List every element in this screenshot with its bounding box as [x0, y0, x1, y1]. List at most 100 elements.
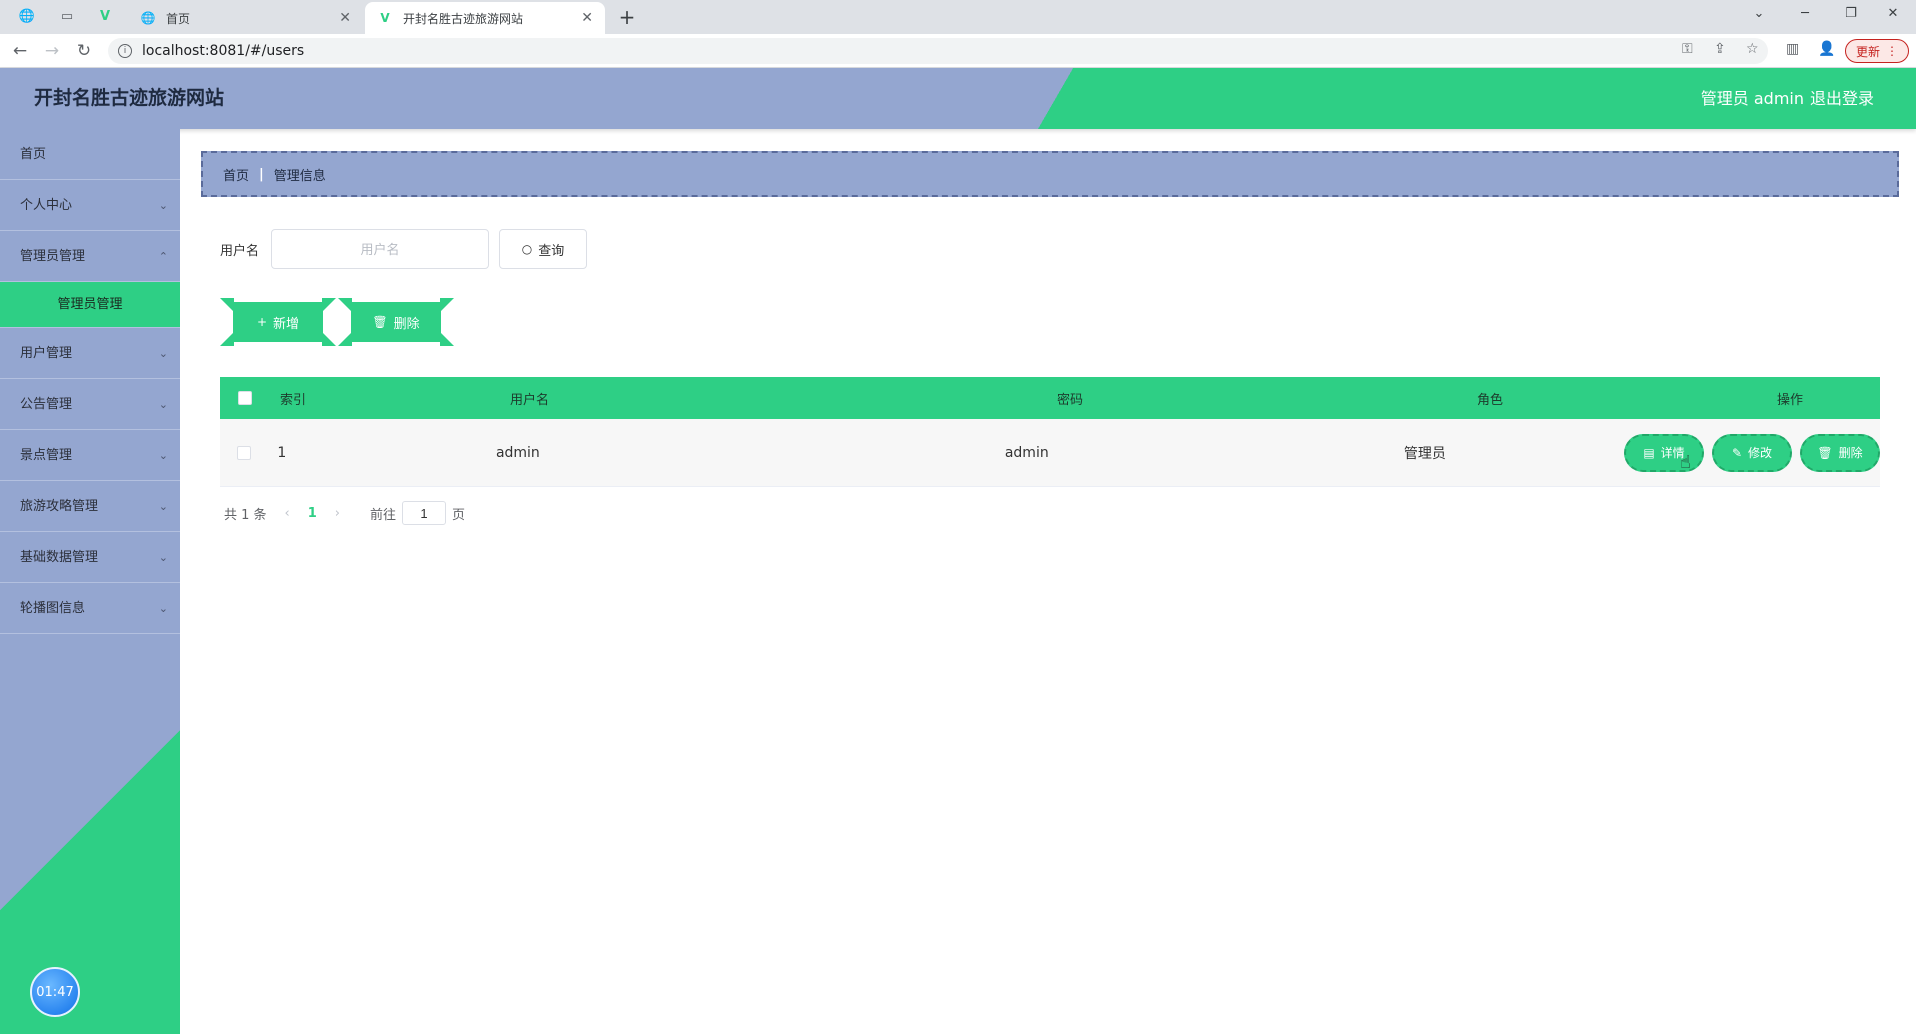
forward-arrow-icon[interactable]: → [38, 38, 66, 64]
sidebar-item-label: 个人中心 [20, 198, 73, 213]
url-field[interactable]: i localhost:8081/#/users [108, 38, 1768, 64]
header-index: 索引 [280, 392, 307, 408]
sidebar-item-label: 轮播图信息 [20, 601, 86, 616]
chevron-down-icon: ⌄ [158, 199, 168, 212]
hand-cursor-icon: ☝ [1680, 452, 1691, 473]
chevron-down-icon: ⌄ [158, 551, 168, 564]
tab-search-icon[interactable]: ⌄ [1736, 0, 1782, 26]
sidebar-item-label: 公告管理 [20, 397, 73, 412]
sidebar-item-personal-center[interactable]: 个人中心 ⌄ [0, 180, 180, 231]
sidebar-item-user-management[interactable]: 用户管理 ⌄ [0, 328, 180, 379]
chevron-up-icon: ⌃ [158, 250, 168, 263]
window-close-button[interactable]: ✕ [1870, 0, 1916, 26]
pagination-page[interactable]: 1 [308, 506, 317, 521]
row-checkbox[interactable] [236, 445, 251, 460]
breadcrumb-home[interactable]: 首页 [223, 165, 249, 184]
sidebar-item-label: 用户管理 [20, 346, 73, 361]
trash-icon: 🗑 [1817, 445, 1833, 460]
query-label: 查询 [538, 243, 565, 259]
add-button-body: + 新增 [233, 302, 323, 342]
share-icon[interactable]: ⇪ [1714, 41, 1726, 57]
back-arrow-icon[interactable]: ← [6, 38, 34, 64]
minimize-button[interactable]: ─ [1782, 0, 1828, 26]
row-delete-label: 删除 [1838, 446, 1863, 460]
page-jump-input[interactable] [402, 501, 447, 525]
plus-icon: + [256, 315, 268, 329]
url-text: localhost:8081/#/users [142, 43, 305, 59]
restore-button[interactable]: ❐ [1828, 0, 1874, 26]
current-user: 管理员 admin [1700, 89, 1804, 108]
search-icon: ○ [521, 242, 533, 256]
header-role: 角色 [1476, 392, 1503, 408]
breadcrumb-separator: | [259, 166, 264, 182]
sidebar-item-label: 首页 [20, 147, 47, 162]
batch-delete-button[interactable]: 🗑 删除 [338, 298, 454, 346]
browser-address-bar: ← → ↻ i localhost:8081/#/users ⚿ ⇪ ☆ ▥ 👤… [0, 34, 1916, 68]
blank-page-icon[interactable]: ▭ [54, 4, 80, 28]
header-password: 密码 [1056, 392, 1083, 408]
delete-button-body: 🗑 删除 [351, 302, 441, 342]
close-icon[interactable]: ✕ [581, 10, 593, 26]
chevron-right-icon[interactable]: › [335, 506, 340, 521]
query-button[interactable]: ○ 查询 [499, 229, 588, 269]
sidebar-item-carousel[interactable]: 轮播图信息 ⌄ [0, 583, 180, 634]
vue-icon: V [380, 11, 390, 25]
users-table: 索引 用户名 密码 角色 操作 1 admin admin 管理员 ▤ 详情 ✎… [220, 377, 1880, 487]
table-header: 索引 用户名 密码 角色 操作 [220, 377, 1880, 419]
browser-tab-home[interactable]: 🌐 首页 ✕ [128, 2, 363, 34]
cell-ops: ▤ 详情 ✎ 修改 🗑 删除 [1624, 433, 1880, 472]
browser-tab-active[interactable]: V 开封名胜古迹旅游网站 ✕ [365, 2, 605, 34]
reload-icon[interactable]: ↻ [70, 38, 98, 64]
pagination-goto-label: 前往 [370, 507, 397, 523]
sidebar-item-label: 管理员管理 [20, 249, 86, 264]
cell-index: 1 [277, 444, 287, 461]
row-delete-button[interactable]: 🗑 删除 [1800, 433, 1880, 472]
app-header: 开封名胜古迹旅游网站 管理员 admin 退出登录 [0, 68, 1916, 129]
cell-password: admin [1004, 444, 1049, 461]
sidebar-item-admin-management[interactable]: 管理员管理 ⌃ [0, 231, 180, 282]
key-icon[interactable]: ⚿ [1682, 41, 1693, 57]
vue-icon[interactable]: V [92, 4, 118, 28]
browser-update-button[interactable]: 更新 ⋮ [1845, 39, 1909, 63]
delete-label: 删除 [393, 316, 420, 332]
sidebar-item-basic-data[interactable]: 基础数据管理 ⌄ [0, 532, 180, 583]
sidepanel-icon[interactable]: ▥ [1786, 41, 1799, 57]
sidebar-item-scenic-management[interactable]: 景点管理 ⌄ [0, 430, 180, 481]
clock-widget: 01:47 [30, 967, 80, 1017]
star-icon[interactable]: ☆ [1746, 41, 1759, 57]
username-search-input[interactable] [271, 229, 490, 269]
chevron-left-icon[interactable]: ‹ [285, 506, 290, 521]
chevron-down-icon: ⌄ [158, 500, 168, 513]
sidebar-item-label: 旅游攻略管理 [20, 499, 99, 514]
globe-icon[interactable]: 🌐 [14, 4, 40, 28]
header-ops: 操作 [1776, 392, 1803, 408]
sidebar-item-label: 景点管理 [20, 448, 73, 463]
more-icon: ⋮ [1886, 44, 1898, 58]
info-icon[interactable]: i [118, 44, 132, 58]
sidebar-item-home[interactable]: 首页 [0, 129, 180, 180]
detail-button[interactable]: ▤ 详情 [1624, 433, 1704, 472]
sidebar-item-notice-management[interactable]: 公告管理 ⌄ [0, 379, 180, 430]
header-username: 用户名 [510, 392, 550, 408]
logout-link[interactable]: 退出登录 [1810, 68, 1874, 129]
edit-label: 修改 [1748, 446, 1773, 460]
document-icon: ▤ [1643, 445, 1655, 460]
sidebar-item-guide-management[interactable]: 旅游攻略管理 ⌄ [0, 481, 180, 532]
add-label: 新增 [273, 316, 300, 332]
tab-title: 开封名胜古迹旅游网站 [403, 11, 524, 26]
edit-button[interactable]: ✎ 修改 [1712, 433, 1792, 472]
new-tab-button[interactable]: + [614, 4, 640, 30]
search-form: 用户名 ○ 查询 [220, 229, 588, 269]
pencil-icon: ✎ [1731, 445, 1743, 460]
select-all-checkbox[interactable] [238, 391, 252, 405]
trash-icon: 🗑 [372, 315, 388, 329]
profile-icon[interactable]: 👤 [1818, 41, 1835, 57]
chevron-down-icon: ⌄ [158, 347, 168, 360]
close-icon[interactable]: ✕ [339, 10, 351, 26]
table-row: 1 admin admin 管理员 ▤ 详情 ✎ 修改 🗑 删除 [220, 419, 1880, 487]
search-label: 用户名 [220, 243, 260, 259]
add-button[interactable]: + 新增 [220, 298, 336, 346]
cell-username: admin [495, 444, 540, 461]
pagination-page-suffix: 页 [452, 507, 466, 523]
sidebar-subitem-admin-management[interactable]: 管理员管理 [0, 282, 180, 328]
